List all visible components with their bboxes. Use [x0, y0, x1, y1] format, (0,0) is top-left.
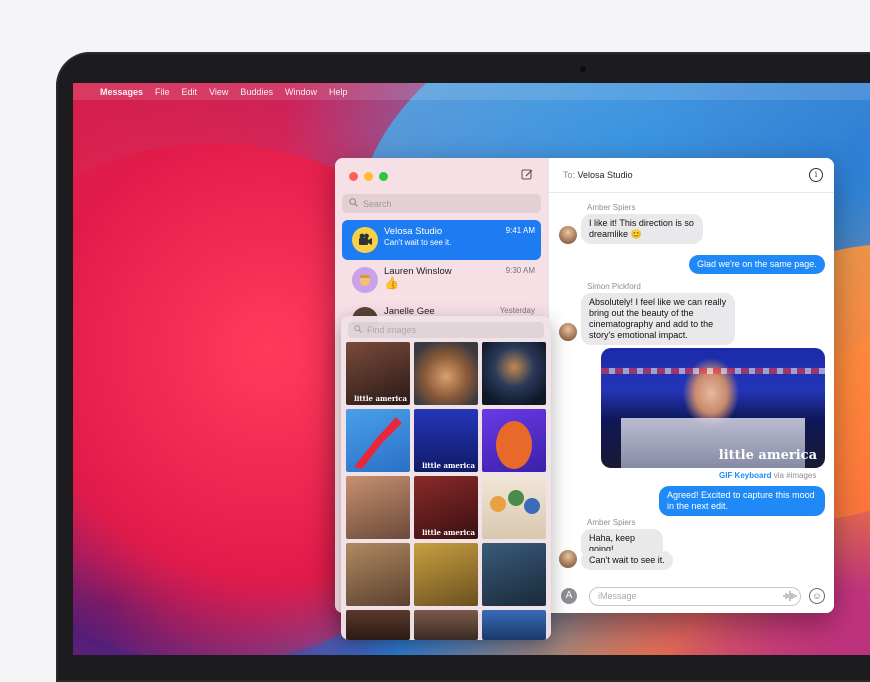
chat-header: To: Velosa Studio i	[549, 158, 834, 193]
sender-name: Simon Pickford	[587, 282, 641, 291]
gif-thumbnail[interactable]	[482, 610, 546, 640]
message-bubble: Agreed! Excited to capture this mood in …	[659, 486, 825, 516]
search-placeholder: Search	[363, 198, 392, 209]
gif-watermark: little america	[422, 461, 475, 470]
sender-name: Amber Spiers	[587, 203, 636, 212]
gif-thumbnail[interactable]: little america	[346, 342, 410, 405]
search-icon	[349, 198, 358, 209]
message-input[interactable]: iMessage	[589, 587, 801, 606]
to-label: To:	[563, 170, 576, 180]
conversation-item[interactable]: Velosa Studio Can't wait to see it. 9:41…	[342, 220, 541, 260]
menu-help[interactable]: Help	[329, 87, 348, 97]
gif-thumbnail[interactable]	[482, 409, 546, 472]
window-controls	[349, 172, 388, 181]
image-search-placeholder: Find images	[367, 325, 417, 335]
desktop-screen: Messages File Edit View Buddies Window H…	[73, 83, 870, 655]
message-bubble: Can't wait to see it.	[581, 551, 673, 570]
message-bubble: I like it! This direction is so dreamlik…	[581, 214, 703, 244]
compose-bar: A iMessage ☺	[549, 582, 834, 613]
sender-name: Amber Spiers	[587, 518, 636, 527]
menu-window[interactable]: Window	[285, 87, 317, 97]
recipient-field[interactable]: To: Velosa Studio	[563, 170, 633, 180]
conversation-name: Velosa Studio	[384, 226, 443, 237]
gif-thumbnail[interactable]	[414, 610, 478, 640]
conversation-item[interactable]: Lauren Winslow 👍 9:30 AM	[342, 260, 541, 300]
gif-watermark: little america	[718, 448, 817, 463]
search-field[interactable]: Search	[342, 194, 541, 213]
recipient-name: Velosa Studio	[577, 170, 633, 180]
gif-thumbnail[interactable]	[414, 342, 478, 405]
app-store-icon[interactable]: A	[561, 588, 577, 604]
chat-pane: To: Velosa Studio i Amber Spiers I like …	[548, 158, 834, 613]
search-icon	[354, 325, 362, 335]
avatar	[352, 267, 378, 293]
gif-keyboard-link[interactable]: GIF Keyboard	[719, 471, 771, 480]
image-search-field[interactable]: Find images	[348, 322, 544, 338]
conversation-time: 9:30 AM	[505, 266, 535, 275]
audio-message-icon[interactable]	[783, 591, 797, 603]
conversation-time: Yesterday	[499, 306, 535, 315]
menu-edit[interactable]: Edit	[182, 87, 198, 97]
gif-caption: GIF Keyboard via #images	[719, 471, 816, 480]
gif-message[interactable]: little america	[601, 348, 825, 468]
menu-file[interactable]: File	[155, 87, 170, 97]
menu-bar: Messages File Edit View Buddies Window H…	[73, 83, 870, 100]
gif-thumbnail[interactable]	[346, 476, 410, 539]
zoom-button[interactable]	[379, 172, 388, 181]
gif-thumbnail[interactable]	[482, 543, 546, 606]
close-button[interactable]	[349, 172, 358, 181]
gif-thumbnail[interactable]	[346, 409, 410, 472]
info-icon[interactable]: i	[809, 168, 823, 182]
gif-thumbnail[interactable]: little america	[414, 476, 478, 539]
gif-watermark: little america	[354, 394, 407, 403]
gif-picker-popover: Find images little america little americ…	[341, 316, 551, 640]
message-bubble: Absolutely! I feel like we can really br…	[581, 293, 735, 345]
compose-icon[interactable]	[521, 168, 535, 182]
conversation-time: 9:41 AM	[505, 226, 535, 235]
menu-messages[interactable]: Messages	[100, 87, 143, 97]
emoji-icon[interactable]: ☺	[809, 588, 825, 604]
gif-thumbnail[interactable]	[346, 610, 410, 640]
avatar	[559, 323, 577, 341]
gif-thumbnail[interactable]	[414, 543, 478, 606]
menu-view[interactable]: View	[209, 87, 228, 97]
gif-thumbnail[interactable]	[346, 543, 410, 606]
conversation-preview: Can't wait to see it.	[384, 238, 452, 247]
avatar	[559, 550, 577, 568]
gif-thumbnail[interactable]	[482, 476, 546, 539]
camera	[580, 66, 586, 72]
gif-detail	[601, 368, 825, 374]
gif-caption-source: via #images	[773, 471, 817, 480]
avatar	[352, 227, 378, 253]
gif-thumbnail[interactable]	[482, 342, 546, 405]
gif-thumbnail[interactable]: little america	[414, 409, 478, 472]
message-bubble: Glad we're on the same page.	[689, 255, 825, 274]
conversation-preview: 👍	[384, 276, 399, 290]
avatar	[559, 226, 577, 244]
gif-watermark: little america	[422, 528, 475, 537]
minimize-button[interactable]	[364, 172, 373, 181]
menu-buddies[interactable]: Buddies	[240, 87, 273, 97]
